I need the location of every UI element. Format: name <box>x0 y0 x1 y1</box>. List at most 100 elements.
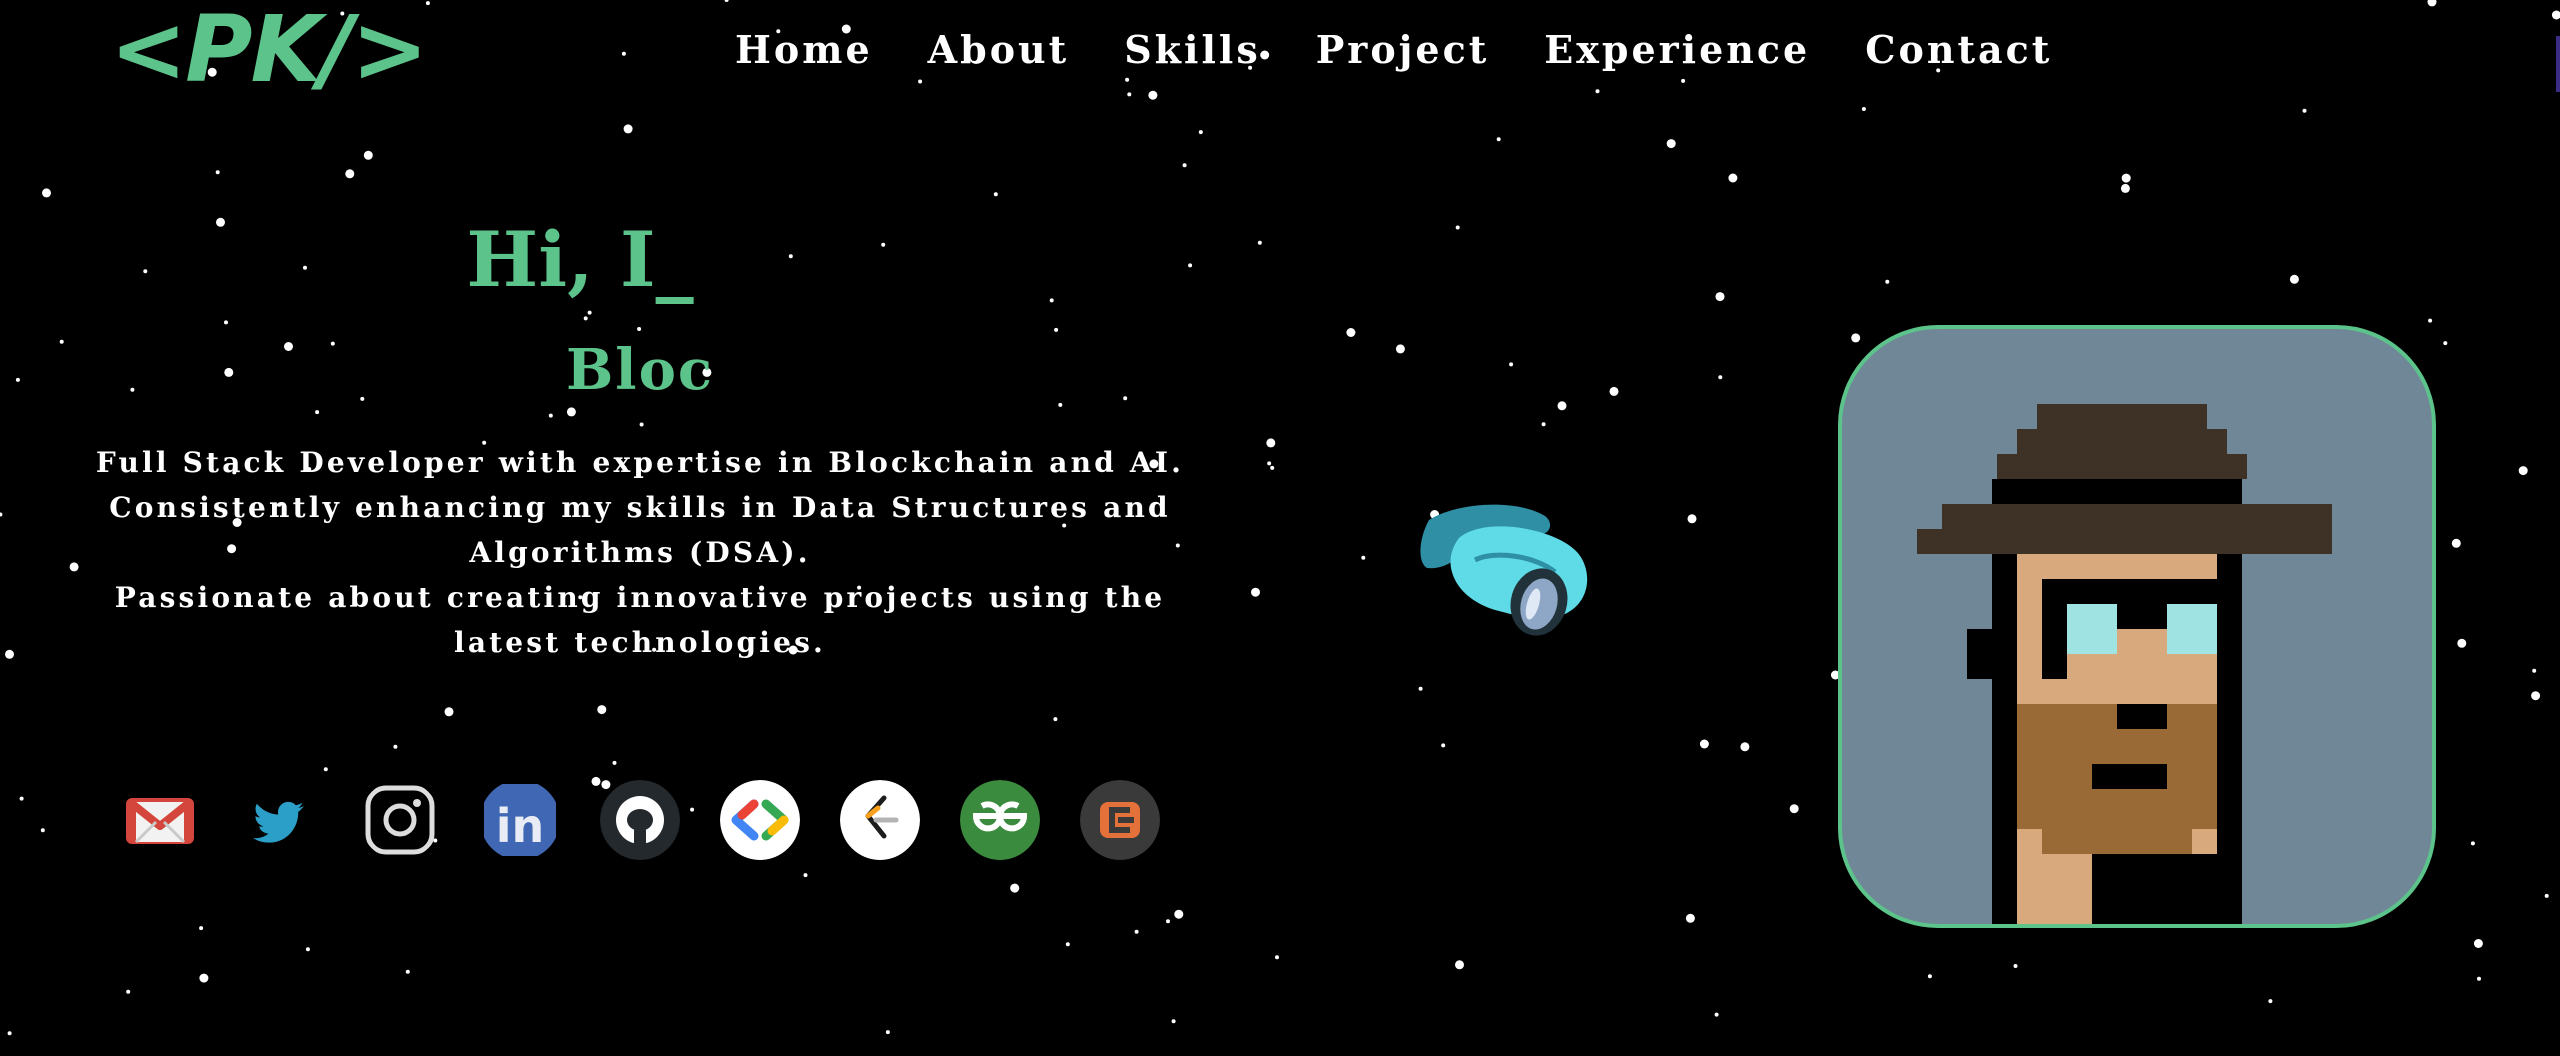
star <box>215 170 220 175</box>
star <box>2551 10 2560 20</box>
github-icon[interactable] <box>600 780 680 860</box>
star <box>1714 1012 1719 1017</box>
star <box>1148 90 1158 100</box>
codechef-icon[interactable] <box>1080 780 1160 860</box>
star <box>1266 438 1276 448</box>
linkedin-icon[interactable]: in <box>480 780 560 860</box>
typed-role-text: Bloc <box>565 337 715 403</box>
star <box>803 873 808 878</box>
bio-line-1: Full Stack Developer with expertise in B… <box>95 446 1185 479</box>
nav-about[interactable]: About <box>928 20 1070 80</box>
star <box>1861 107 1866 111</box>
hero-intro: Hi, I_ Bloc Full Stack Developer with ex… <box>55 210 1225 665</box>
star <box>323 767 328 772</box>
star <box>1010 883 1020 893</box>
star <box>15 377 20 382</box>
social-links: in <box>120 780 1200 860</box>
avatar-card <box>1838 325 2436 928</box>
star <box>2289 274 2299 284</box>
star <box>918 79 923 84</box>
star <box>2428 318 2433 323</box>
star <box>1361 555 1366 560</box>
nav-project[interactable]: Project <box>1316 20 1490 80</box>
star <box>425 1 430 6</box>
bio-line-2: Consistently enhancing my skills in Data… <box>109 491 1171 569</box>
star <box>1346 328 1356 337</box>
star <box>19 796 24 801</box>
star <box>1455 960 1464 970</box>
star <box>621 51 626 56</box>
star <box>1789 804 1799 814</box>
star <box>2120 183 2130 193</box>
star <box>1198 130 1203 135</box>
star <box>1740 742 1750 752</box>
code-brackets-icon[interactable] <box>720 780 800 860</box>
star <box>1595 89 1600 94</box>
star <box>1885 279 1890 284</box>
star <box>1257 240 1262 245</box>
star <box>1065 942 1070 947</box>
nav-experience[interactable]: Experience <box>1544 20 1810 80</box>
star <box>1395 344 1405 354</box>
star <box>2457 638 2467 648</box>
main-nav: Home About Skills Project Experience Con… <box>735 20 2107 80</box>
star <box>1927 974 1932 979</box>
star <box>2473 939 2483 948</box>
leetcode-icon[interactable] <box>840 780 920 860</box>
nav-home[interactable]: Home <box>735 20 873 80</box>
star <box>2477 976 2481 981</box>
star <box>1666 139 1676 149</box>
star <box>1418 686 1423 691</box>
bio-text: Full Stack Developer with expertise in B… <box>55 440 1225 665</box>
instagram-icon[interactable] <box>360 780 440 860</box>
star <box>126 989 131 994</box>
star <box>612 760 617 765</box>
star <box>2470 841 2475 846</box>
bio-line-3: Passionate about creating innovative pro… <box>114 581 1166 659</box>
star <box>1134 929 1139 934</box>
twitter-icon[interactable] <box>240 780 320 860</box>
star <box>199 973 209 983</box>
star <box>1509 362 1514 367</box>
star <box>0 512 3 517</box>
edge-marker <box>2556 36 2560 92</box>
star <box>1270 465 1275 470</box>
star <box>42 188 51 198</box>
star <box>393 744 398 749</box>
star <box>40 828 45 833</box>
star <box>1171 1019 1176 1024</box>
greeting-heading: Hi, I_ <box>466 215 694 304</box>
astronaut-helmet-illustration <box>1415 498 1615 672</box>
star <box>345 169 355 179</box>
geeksforgeeks-icon[interactable] <box>960 780 1040 860</box>
star <box>1455 225 1460 230</box>
star <box>623 124 633 134</box>
star <box>1609 386 1619 396</box>
star <box>1275 955 1279 960</box>
pixel-avatar <box>1917 404 2332 924</box>
star <box>597 705 607 715</box>
star <box>1541 422 1546 427</box>
star <box>2268 999 2273 1004</box>
star <box>1166 919 1170 924</box>
star <box>2013 964 2018 968</box>
star <box>724 0 729 2</box>
gmail-icon[interactable] <box>120 780 200 860</box>
star <box>1718 375 1723 380</box>
star <box>1441 743 1446 748</box>
star <box>1687 514 1697 524</box>
svg-text:in: in <box>496 799 545 853</box>
star <box>885 1030 890 1035</box>
star <box>1685 913 1695 923</box>
star <box>2427 0 2437 7</box>
star <box>1728 173 1738 183</box>
star <box>1174 909 1184 919</box>
star <box>1699 739 1709 749</box>
site-logo[interactable]: <PK/> <box>110 0 428 100</box>
star <box>2531 691 2541 701</box>
nav-skills[interactable]: Skills <box>1124 20 1260 80</box>
star <box>1267 461 1272 466</box>
star <box>1127 92 1132 97</box>
star <box>405 969 410 974</box>
nav-contact[interactable]: Contact <box>1865 20 2052 80</box>
